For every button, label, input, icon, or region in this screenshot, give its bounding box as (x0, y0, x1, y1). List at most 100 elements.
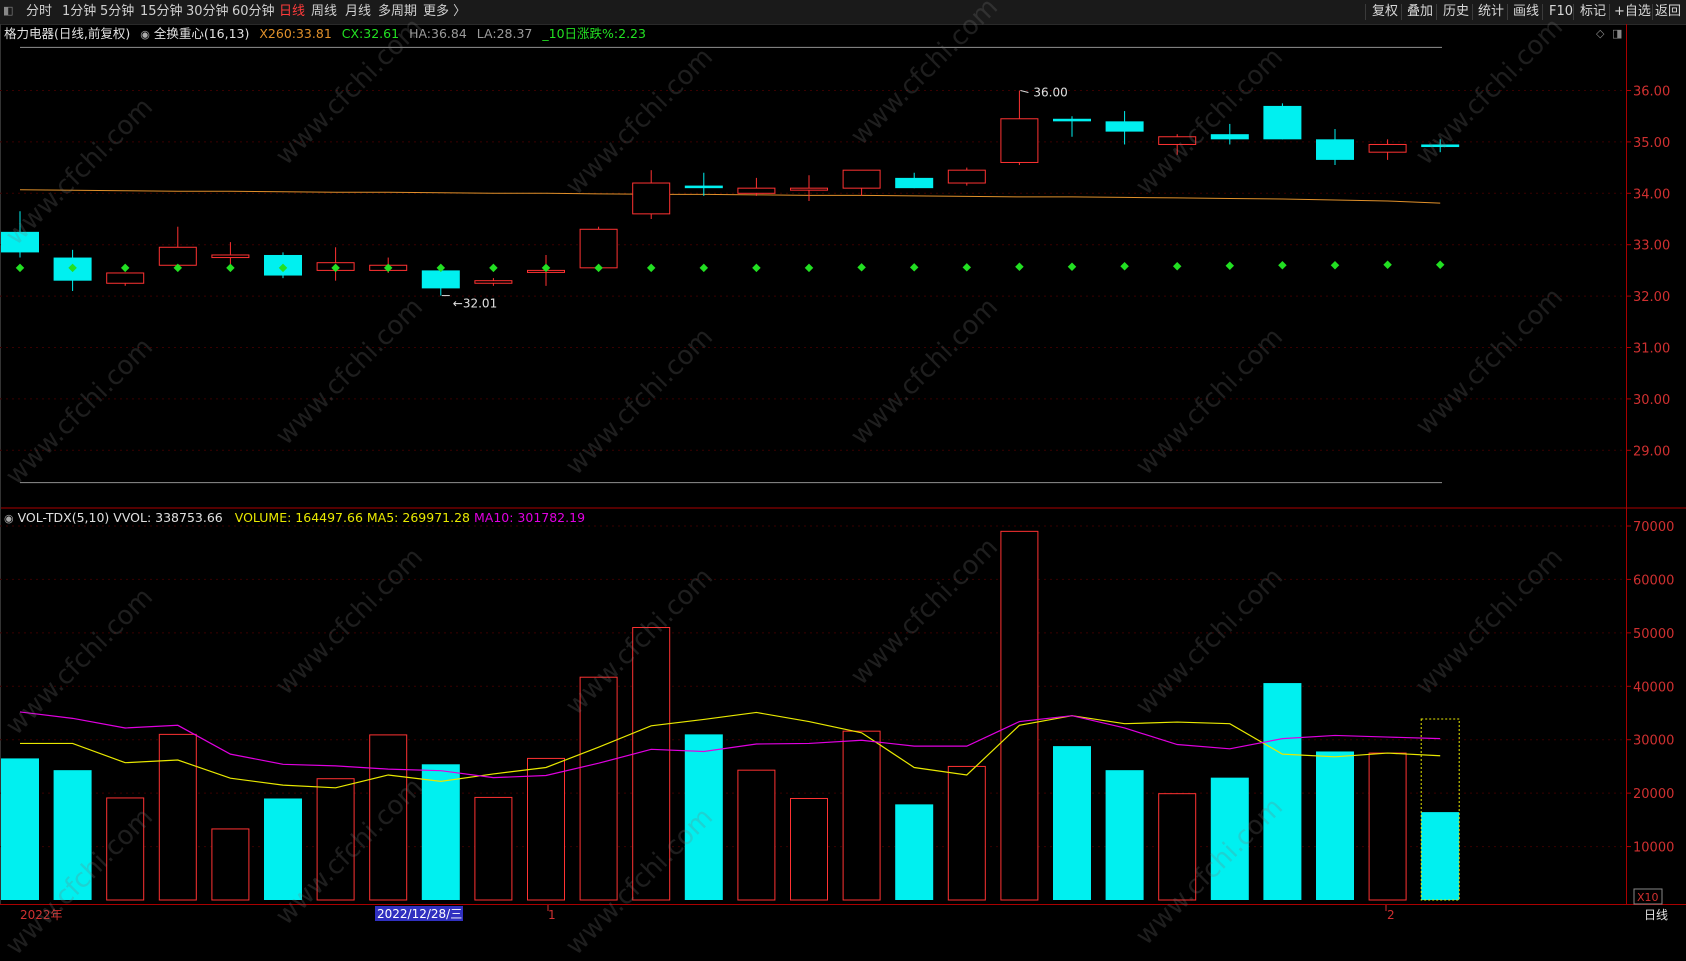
ha-label: HA: (409, 26, 432, 41)
candle-body (106, 272, 145, 284)
candle-body (1105, 121, 1144, 132)
volume-indicator-name[interactable]: VOL-TDX(5,10) (18, 510, 110, 525)
cx-dot (226, 263, 235, 273)
candle (1368, 139, 1407, 160)
high-marker-label: 36.00 (1033, 86, 1067, 100)
cx-dot (1435, 260, 1445, 269)
x260-line (19, 189, 1441, 204)
vvol-value: 338753.66 (155, 510, 223, 525)
volume-bar (211, 828, 250, 901)
volume-info-line: ◉ VOL-TDX(5,10) VVOL: 338753.66 VOLUME: … (4, 510, 585, 527)
candle (790, 175, 828, 202)
price-axis-label: 29.00 (1633, 444, 1670, 459)
volume-bar (790, 797, 828, 901)
volume-bar (1316, 751, 1354, 900)
candle (1105, 111, 1144, 145)
volume-bar (1368, 752, 1407, 901)
volume-bar (1, 758, 39, 900)
candle-body (790, 187, 828, 191)
cx-dot (699, 263, 709, 273)
indicator-name[interactable]: 全换重心(16,13) (154, 26, 250, 41)
cx-dot (1067, 262, 1077, 272)
candle (579, 226, 618, 269)
volume-bar (158, 733, 197, 901)
candle-body (842, 169, 881, 189)
candle (106, 272, 145, 286)
dropdown-icon[interactable]: ◉ (140, 28, 150, 41)
price-axis-label: 34.00 (1633, 187, 1670, 202)
stock-title[interactable]: 格力电器(日线,前复权) (4, 26, 130, 41)
candle (947, 167, 986, 186)
ma5-line (20, 711, 1441, 789)
candle-body (474, 280, 513, 284)
candle-body (158, 246, 197, 266)
volume-axis-label: 50000 (1633, 627, 1674, 642)
candle (1053, 116, 1091, 137)
volume-bar (474, 796, 513, 901)
ma10-line (19, 711, 1441, 779)
candle (684, 172, 723, 196)
candle-body (1368, 143, 1407, 153)
candle (1263, 103, 1302, 140)
volume-axis-label: 40000 (1633, 680, 1674, 695)
month-label: 2 (1387, 908, 1395, 921)
candle-body (947, 169, 986, 184)
candle (1316, 129, 1354, 166)
cx-dot (1225, 261, 1235, 271)
candle (842, 169, 881, 196)
x260-label: X260: (259, 26, 296, 41)
cx-dot (1330, 261, 1340, 270)
candle (895, 172, 934, 189)
diamond-icon[interactable]: ◇ (1596, 26, 1604, 42)
volume-axis-label: 20000 (1633, 787, 1674, 802)
cx-dot (909, 263, 919, 272)
volume-bar (421, 764, 460, 900)
cx-dot (804, 263, 814, 273)
candle-body (579, 228, 618, 269)
cx-dot (1383, 260, 1392, 269)
cx-label: CX: (341, 26, 364, 41)
cx-dot (1015, 262, 1024, 272)
candle (1000, 90, 1039, 166)
price-axis-label: 31.00 (1633, 342, 1670, 357)
candle (737, 177, 776, 196)
main-info-line: 格力电器(日线,前复权) ◉ 全换重心(16,13) X260:33.81 CX… (4, 26, 646, 43)
la-value: 28.37 (496, 26, 533, 41)
cx-dot (962, 263, 972, 272)
price-axis-label: 36.00 (1633, 85, 1670, 100)
candle-body (1053, 118, 1091, 122)
ma5-label: MA5: (366, 510, 399, 525)
price-axis-label: 33.00 (1633, 239, 1670, 254)
scale-badge: X10 (1637, 891, 1659, 904)
price-axis-label: 30.00 (1633, 393, 1670, 408)
cx-dot (857, 263, 866, 272)
panel-toggle-icon[interactable]: ◨ (1612, 26, 1622, 42)
volume-label: VOLUME: (234, 510, 292, 525)
volume-bar (1053, 746, 1091, 900)
cx-dot (646, 263, 656, 273)
date-highlight-label: 2022/12/28/三 (377, 907, 462, 921)
candle-body (895, 177, 934, 189)
ha-value: 36.84 (431, 26, 467, 41)
period-label: 日线 (1644, 908, 1668, 921)
volume-value: 164497.66 (295, 510, 363, 525)
x260-value: 33.81 (295, 26, 332, 41)
volume-axis-label: 30000 (1633, 734, 1674, 749)
cx-value: 32.61 (363, 26, 400, 41)
volume-dropdown-icon[interactable]: ◉ (4, 512, 14, 525)
cx-dot (752, 263, 761, 273)
candle-body (211, 254, 250, 259)
candle-body (684, 185, 723, 189)
candle-body (737, 187, 776, 194)
la-label: LA: (476, 26, 497, 41)
volume-bar (1421, 812, 1460, 900)
volume-bar (842, 730, 881, 901)
candle-body (421, 270, 460, 289)
ma5-value: 269971.28 (402, 510, 470, 525)
change10-label: _10日涨跌%: (542, 26, 619, 41)
candle (158, 226, 197, 268)
month-label: 1 (548, 908, 556, 921)
candle-body (1263, 105, 1302, 140)
volume-bar (895, 804, 934, 900)
volume-bar (1000, 530, 1039, 901)
